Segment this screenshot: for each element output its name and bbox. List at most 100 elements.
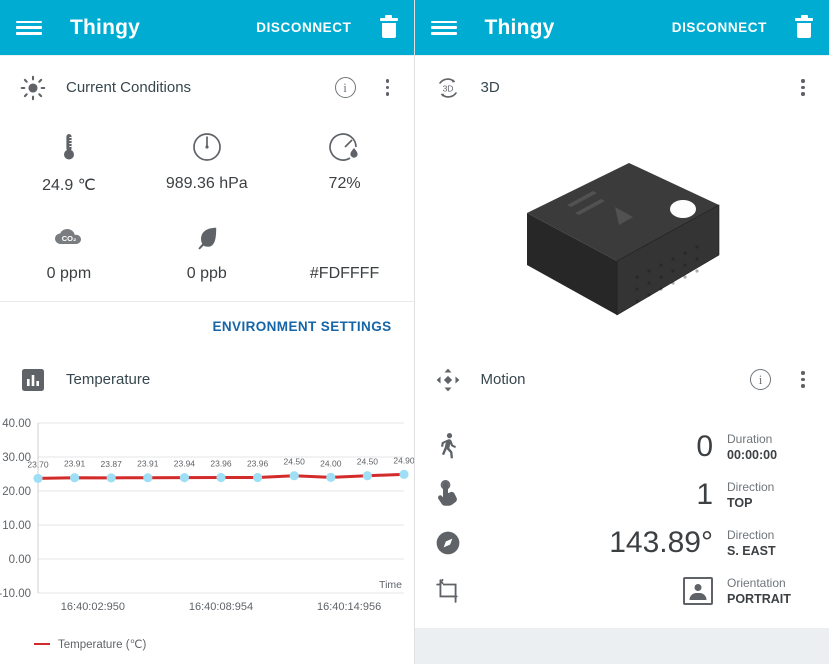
sensor-value: 72%: [328, 175, 361, 192]
svg-text:24.90: 24.90: [393, 455, 414, 465]
sensor-value: 989.36 hPa: [165, 175, 248, 192]
card-title: Temperature: [66, 371, 151, 388]
app-root: Thingy DISCONNECT Current Conditions i 2…: [0, 0, 829, 664]
sensor-color: #FDFFFF: [276, 209, 414, 297]
svg-text:23.87: 23.87: [101, 459, 123, 469]
motion-meta: Direction S. EAST: [727, 528, 813, 559]
portrait-orientation-icon: [683, 577, 713, 605]
sensor-co2: CO₂ 0 ppm: [0, 209, 138, 297]
pressure-gauge-icon: [191, 127, 223, 167]
svg-text:0.00: 0.00: [9, 554, 31, 566]
hamburger-icon[interactable]: [16, 18, 42, 38]
svg-text:20.00: 20.00: [2, 486, 31, 498]
kebab-icon[interactable]: [378, 77, 398, 99]
motion-label: Direction: [727, 479, 775, 494]
trash-icon[interactable]: [795, 15, 813, 39]
chart-legend: Temperature (℃): [0, 637, 414, 651]
motion-label: Orientation: [727, 575, 786, 590]
motion-sub: 00:00:00: [727, 447, 778, 462]
info-icon[interactable]: i: [334, 77, 356, 98]
svg-text:23.91: 23.91: [137, 459, 159, 469]
motion-header: Motion i: [415, 348, 829, 411]
sensor-value: 0 ppm: [46, 265, 92, 282]
disconnect-button[interactable]: DISCONNECT: [256, 20, 351, 35]
chart-canvas: 40.0030.0020.0010.000.00-10.0023.70 23.91…: [0, 418, 414, 613]
svg-text:Time: Time: [379, 579, 402, 591]
motion-row-tap: 1 Direction TOP: [415, 471, 829, 519]
disconnect-button[interactable]: DISCONNECT: [672, 20, 767, 35]
legend-label: Temperature (℃): [58, 639, 147, 651]
temperature-header: Temperature: [0, 348, 414, 411]
motion-sub: TOP: [727, 495, 753, 510]
temperature-chart[interactable]: 40.00 30.00 20.00 10.00 0.00 -10.00 23.70 23.91…: [0, 411, 414, 664]
sensor-value: #FDFFFF: [309, 265, 380, 282]
svg-text:23.96: 23.96: [247, 459, 269, 469]
sensor-value: 0 ppb: [186, 265, 227, 282]
motion-arrows-icon: [431, 367, 465, 393]
svg-text:16:40:14:956: 16:40:14:956: [317, 601, 381, 613]
card-title: Motion: [480, 371, 526, 388]
card-title: 3D: [480, 79, 500, 96]
humidity-icon: [328, 127, 361, 167]
kebab-icon[interactable]: [793, 369, 813, 391]
temperature-card: Temperature 40.00 30.00 20.00 10.00 0.00 -10.…: [0, 348, 414, 664]
card-header-actions: [771, 77, 813, 99]
sensor-temperature: 24.9 ℃: [0, 119, 138, 209]
right-pane: Thingy DISCONNECT 3D 3D Motion i 0 Durat…: [414, 0, 829, 664]
rotate-crop-icon: [431, 578, 465, 604]
current-conditions-card: Current Conditions i 24.9 ℃ 989.36 hPa 7…: [0, 56, 414, 350]
thingy-device-3d-model: [526, 163, 720, 316]
threed-viewport[interactable]: [414, 119, 829, 367]
svg-text:40.00: 40.00: [2, 418, 31, 430]
environment-settings-button[interactable]: ENVIRONMENT SETTINGS: [212, 319, 391, 334]
threed-card: 3D 3D: [414, 56, 829, 367]
trash-icon[interactable]: [379, 15, 398, 39]
sensor-pressure: 989.36 hPa: [138, 119, 276, 209]
3d-rotate-icon: 3D: [431, 74, 465, 102]
app-title: Thingy: [484, 15, 555, 39]
svg-text:3D: 3D: [442, 83, 453, 93]
kebab-icon[interactable]: [793, 77, 813, 99]
svg-text:23.91: 23.91: [64, 459, 86, 469]
walking-icon: [431, 432, 465, 462]
hamburger-icon[interactable]: [430, 18, 457, 38]
svg-text:24.00: 24.00: [320, 458, 342, 468]
svg-text:24.50: 24.50: [357, 457, 379, 467]
sensor-grid: 24.9 ℃ 989.36 hPa 72% CO₂ 0 ppm 0 ppb #F…: [0, 119, 414, 297]
svg-text:16:40:02:950: 16:40:02:950: [61, 601, 125, 613]
threed-header: 3D 3D: [415, 56, 829, 119]
svg-text:23.96: 23.96: [210, 459, 232, 469]
motion-meta: Orientation PORTRAIT: [727, 576, 813, 607]
svg-text:23.94: 23.94: [174, 459, 196, 469]
sensor-value: 24.9 ℃: [42, 177, 96, 194]
current-conditions-header: Current Conditions i: [0, 56, 414, 119]
motion-label: Direction: [727, 527, 775, 542]
motion-meta: Duration 00:00:00: [727, 432, 813, 463]
leaf-icon: [194, 217, 220, 257]
sun-icon: [16, 75, 50, 101]
left-appbar: Thingy DISCONNECT: [0, 0, 414, 55]
card-title: Current Conditions: [66, 79, 192, 96]
motion-value: 1: [696, 478, 713, 511]
svg-text:24.50: 24.50: [284, 457, 306, 467]
motion-value: 143.89°: [609, 526, 713, 559]
motion-value: 0: [696, 430, 713, 463]
card-header-actions: i: [750, 369, 813, 391]
svg-text:-10.00: -10.00: [0, 588, 31, 600]
co2-cloud-icon: CO₂: [52, 217, 86, 257]
info-icon[interactable]: i: [750, 369, 771, 390]
card-header-actions: i: [334, 77, 398, 99]
compass-icon: [431, 530, 465, 556]
left-pane: Thingy DISCONNECT Current Conditions i 2…: [0, 0, 415, 664]
motion-row-heading: 143.89° Direction S. EAST: [415, 519, 829, 567]
svg-text:16:40:08:954: 16:40:08:954: [189, 601, 253, 613]
right-appbar: Thingy DISCONNECT: [414, 0, 829, 55]
thermometer-icon: [56, 127, 82, 167]
card-actions: ENVIRONMENT SETTINGS: [0, 302, 414, 350]
legend-line-swatch: [34, 642, 50, 646]
svg-text:23.70: 23.70: [27, 459, 49, 469]
motion-meta: Direction TOP: [727, 480, 813, 511]
sensor-tvoc: 0 ppb: [138, 209, 276, 297]
motion-sub: S. EAST: [727, 543, 776, 558]
motion-sub: PORTRAIT: [727, 591, 791, 606]
